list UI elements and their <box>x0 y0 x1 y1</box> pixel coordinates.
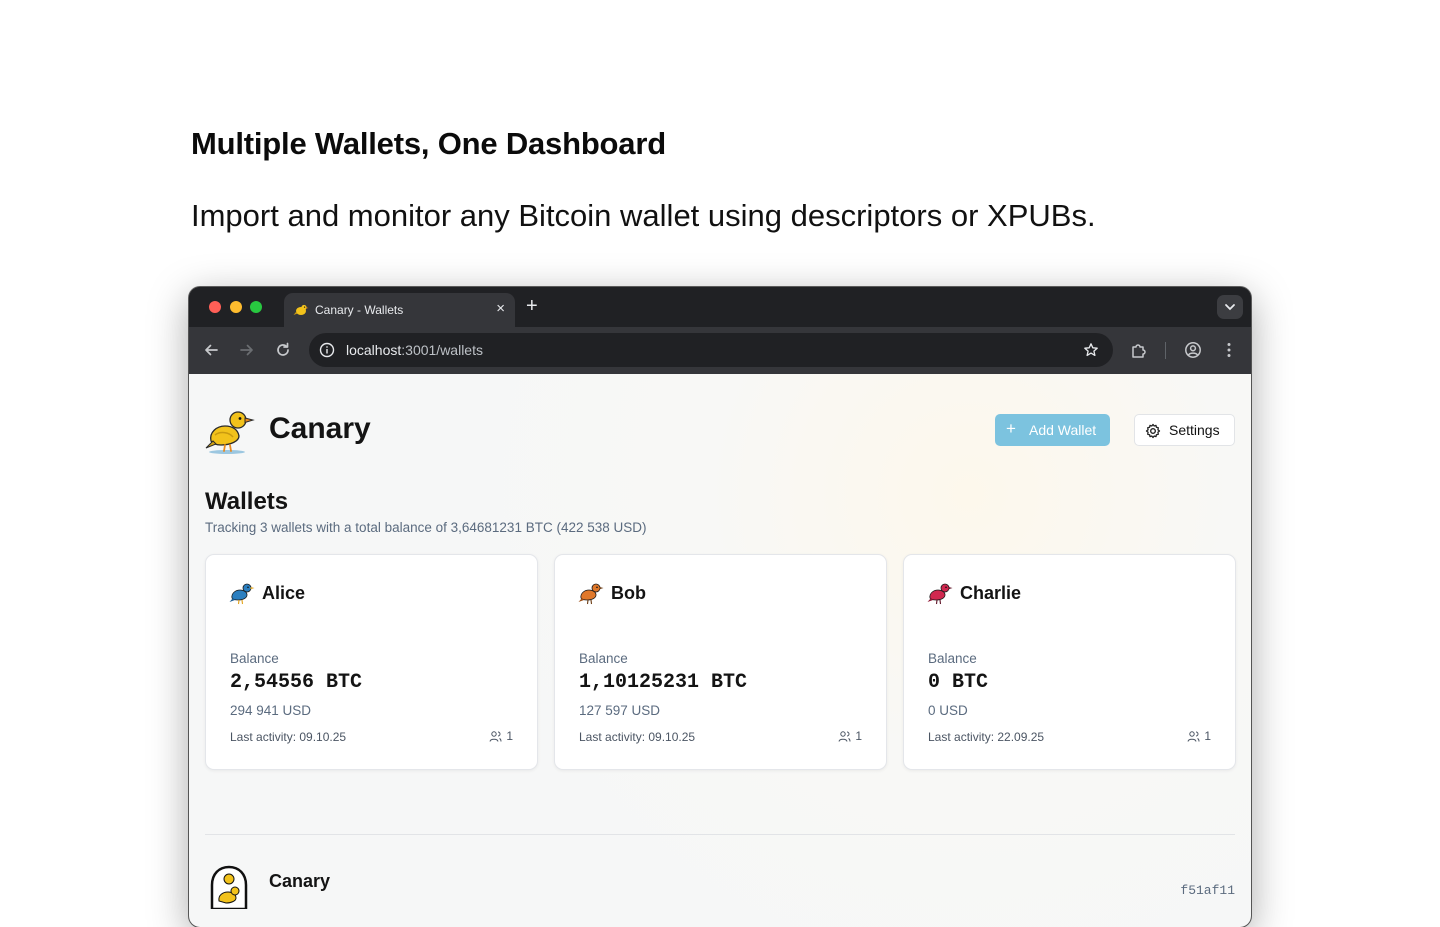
balance-usd: 127 597 USD <box>579 703 661 718</box>
add-wallet-label: Add Wallet <box>1029 422 1097 438</box>
profile-avatar-icon[interactable] <box>1184 341 1202 359</box>
balance-btc: 1,10125231 BTC <box>579 671 748 694</box>
users-icon <box>1187 731 1200 742</box>
hero-title: Multiple Wallets, One Dashboard <box>191 126 666 161</box>
bird-icon <box>229 583 255 605</box>
footer-title: Canary <box>269 871 331 891</box>
settings-button[interactable]: Settings <box>1134 414 1235 446</box>
users-icon <box>838 731 851 742</box>
plus-icon: + <box>1006 419 1016 438</box>
balance-btc: 0 BTC <box>928 671 989 694</box>
maximize-window-button[interactable] <box>250 301 262 313</box>
gear-icon <box>1145 423 1161 439</box>
wallet-card-bob[interactable]: Bob Balance 1,10125231 BTC 127 597 USD L… <box>554 554 887 770</box>
balance-usd: 294 941 USD <box>230 703 312 718</box>
tab-title: Canary - Wallets <box>315 303 404 317</box>
address-path: :3001/wallets <box>401 342 483 358</box>
kebab-menu-icon[interactable] <box>1220 341 1238 359</box>
bird-icon <box>578 583 604 605</box>
balance-label: Balance <box>579 651 628 666</box>
footer-divider <box>205 834 1235 835</box>
app-title: Canary <box>269 412 371 445</box>
wallets-summary: Tracking 3 wallets with a total balance … <box>205 520 647 535</box>
tab-canary-wallets[interactable]: Canary - Wallets × <box>284 293 515 327</box>
chevron-down-icon <box>1225 304 1235 311</box>
forward-arrow-icon[interactable] <box>238 341 256 359</box>
close-window-button[interactable] <box>209 301 221 313</box>
commit-hash: f51af11 <box>1180 883 1235 898</box>
tab-search-button[interactable] <box>1217 295 1243 319</box>
canary-logo-icon <box>205 411 255 454</box>
bird-icon <box>927 583 953 605</box>
balance-btc: 2,54556 BTC <box>230 671 363 694</box>
wallet-card-alice[interactable]: Alice Balance 2,54556 BTC 294 941 USD La… <box>205 554 538 770</box>
address-bar[interactable]: localhost:3001/wallets <box>309 333 1113 367</box>
tab-bar: Canary - Wallets × + <box>189 287 1251 327</box>
users-icon <box>489 731 502 742</box>
last-activity: Last activity: 09.10.25 <box>230 730 347 744</box>
add-wallet-button[interactable]: + Add Wallet <box>995 414 1110 446</box>
user-count: 1 <box>838 729 862 743</box>
wallet-card-charlie[interactable]: Charlie Balance 0 BTC 0 USD Last activit… <box>903 554 1236 770</box>
user-count: 1 <box>1187 729 1211 743</box>
last-activity: Last activity: 22.09.25 <box>928 730 1045 744</box>
wallets-heading: Wallets <box>205 488 289 515</box>
site-info-icon[interactable] <box>319 342 335 358</box>
user-count-value: 1 <box>506 729 513 743</box>
last-activity: Last activity: 09.10.25 <box>579 730 696 744</box>
tab-close-icon[interactable]: × <box>496 300 505 318</box>
user-count-value: 1 <box>1204 729 1211 743</box>
extensions-puzzle-icon[interactable] <box>1130 341 1148 359</box>
user-count-value: 1 <box>855 729 862 743</box>
wallet-name: Bob <box>611 583 646 603</box>
toolbar-divider <box>1165 342 1166 359</box>
browser-toolbar: localhost:3001/wallets <box>189 327 1251 374</box>
wallet-name: Alice <box>262 583 306 603</box>
hero-subtitle: Import and monitor any Bitcoin wallet us… <box>191 198 1096 233</box>
balance-label: Balance <box>928 651 977 666</box>
back-arrow-icon[interactable] <box>202 341 220 359</box>
wallet-name: Charlie <box>960 583 1022 603</box>
balance-usd: 0 USD <box>928 703 968 718</box>
canary-badge-logo-icon <box>210 865 248 909</box>
minimize-window-button[interactable] <box>230 301 242 313</box>
user-count: 1 <box>489 729 513 743</box>
browser-window: Canary - Wallets × + localhost:3001/wall… <box>189 287 1251 927</box>
new-tab-button[interactable]: + <box>526 296 538 316</box>
bookmark-star-icon[interactable] <box>1083 342 1099 358</box>
balance-label: Balance <box>230 651 279 666</box>
address-url[interactable]: localhost:3001/wallets <box>346 342 483 358</box>
canary-favicon-icon <box>293 304 309 315</box>
address-host: localhost <box>346 342 402 358</box>
page-viewport: Canary + Add Wallet Settings Wallets Tra… <box>189 374 1251 927</box>
settings-label: Settings <box>1169 422 1220 438</box>
reload-icon[interactable] <box>274 341 292 359</box>
